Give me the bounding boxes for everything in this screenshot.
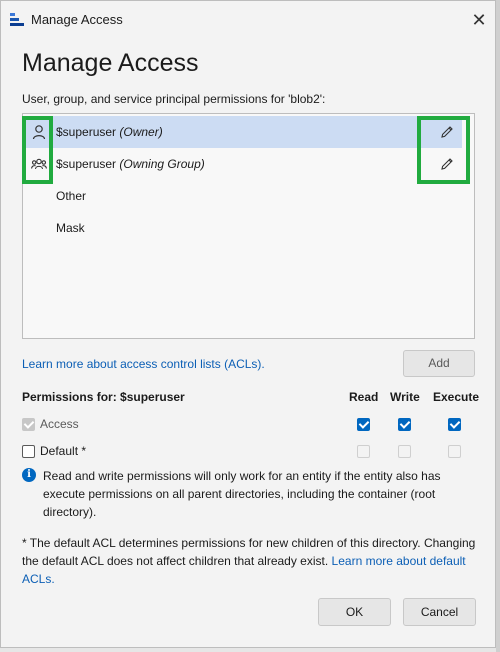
access-read-checkbox[interactable] [357, 418, 370, 431]
list-item-other[interactable]: Other [23, 180, 474, 212]
entity-label: $superuser (Owning Group) [56, 157, 205, 171]
window-title: Manage Access [31, 12, 123, 27]
close-icon: ✕ [471, 10, 487, 30]
default-read-checkbox [357, 445, 370, 458]
entity-label: Mask [56, 221, 85, 235]
highlight-box-icons [22, 116, 53, 184]
storage-explorer-app-icon [10, 13, 24, 26]
page-title: Manage Access [22, 49, 199, 77]
title-bar: Manage Access ✕ [1, 1, 495, 39]
access-write-checkbox[interactable] [398, 418, 411, 431]
list-item-owner[interactable]: $superuser (Owner) [23, 116, 462, 148]
permissions-title: Permissions for: $superuser [22, 390, 185, 404]
background-window [496, 0, 500, 652]
column-header-execute: Execute [433, 390, 480, 404]
access-label: Access [40, 417, 79, 431]
add-button[interactable]: Add [403, 350, 475, 377]
highlight-box-edit-buttons [417, 116, 470, 184]
access-checkbox [22, 418, 35, 431]
default-checkbox[interactable] [22, 445, 35, 458]
list-item-mask[interactable]: Mask [23, 212, 474, 244]
list-item-owning-group[interactable]: $superuser (Owning Group) [23, 148, 474, 180]
column-header-read: Read [349, 390, 379, 404]
permissions-description: User, group, and service principal permi… [22, 92, 326, 106]
cancel-button[interactable]: Cancel [403, 598, 476, 626]
entity-label: Other [56, 189, 87, 203]
info-icon: i [22, 468, 36, 482]
ok-button[interactable]: OK [318, 598, 391, 626]
close-button[interactable]: ✕ [465, 7, 493, 33]
default-execute-checkbox [448, 445, 461, 458]
manage-access-dialog: Manage Access ✕ Manage Access User, grou… [0, 0, 496, 648]
entity-list[interactable]: $superuser (Owner) $superuser (Owning Gr… [22, 113, 475, 339]
access-execute-checkbox[interactable] [448, 418, 461, 431]
default-label: Default * [40, 444, 87, 458]
info-message: Read and write permissions will only wor… [43, 469, 441, 519]
column-header-write: Write [390, 390, 420, 404]
acl-learn-more-link[interactable]: Learn more about access control lists (A… [22, 357, 265, 371]
default-write-checkbox [398, 445, 411, 458]
entity-label: $superuser (Owner) [56, 125, 163, 139]
default-acl-note: * The default ACL determines permissions… [22, 536, 476, 586]
